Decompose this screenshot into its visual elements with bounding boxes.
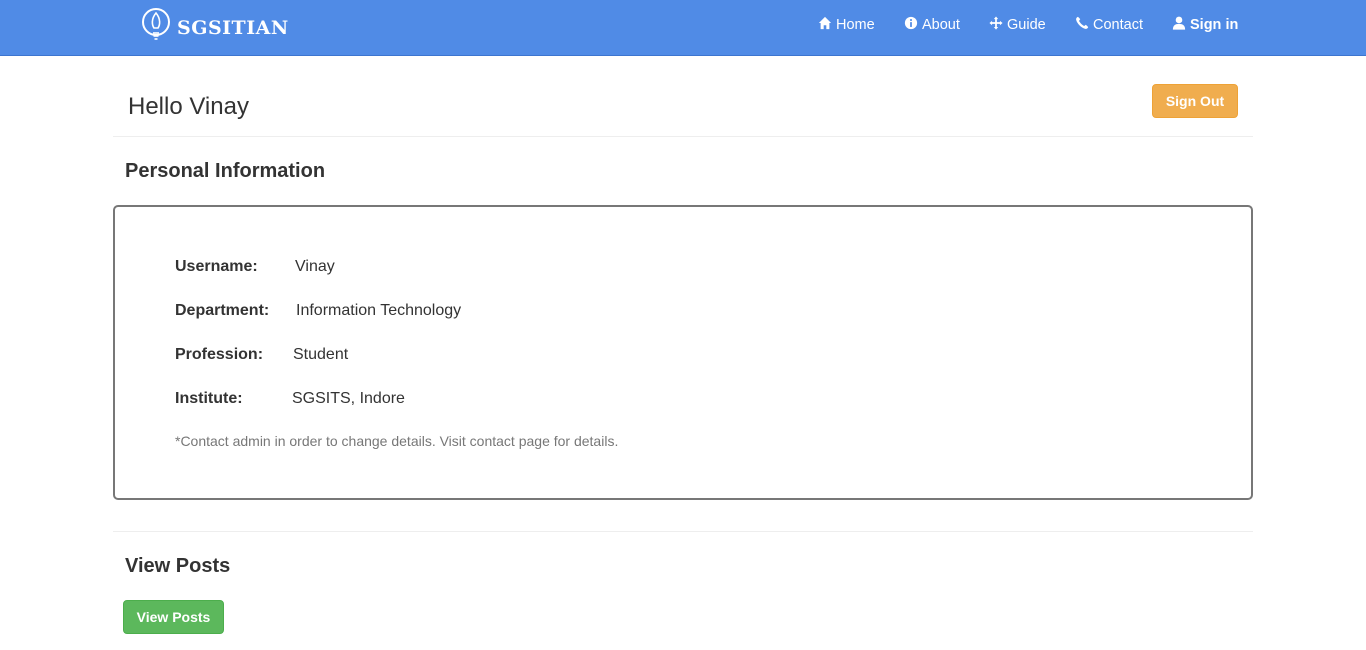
navbar: SGSITIAN Home About Guide Contact Sign i… <box>0 0 1366 56</box>
home-icon <box>818 16 836 34</box>
divider <box>113 136 1253 137</box>
phone-icon <box>1075 16 1093 34</box>
nav-guide-label: Guide <box>1007 17 1046 33</box>
institute-label: Institute: <box>175 390 243 407</box>
view-posts-button[interactable]: View Posts <box>123 600 224 634</box>
nav-about[interactable]: About <box>904 16 960 34</box>
nav-home-label: Home <box>836 17 875 33</box>
info-icon <box>904 16 922 34</box>
brand-name: SGSITIAN <box>177 17 289 39</box>
contact-admin-note: *Contact admin in order to change detail… <box>175 433 619 449</box>
department-label: Department: <box>175 302 270 319</box>
department-value: Information Technology <box>296 302 462 319</box>
brand-link[interactable]: SGSITIAN <box>141 7 289 50</box>
nav-contact-label: Contact <box>1093 17 1143 33</box>
institute-value: SGSITS, Indore <box>292 390 405 407</box>
profession-label: Profession: <box>175 346 264 363</box>
personal-info-panel: Username: Vinay Department: Information … <box>113 205 1253 500</box>
personal-info-title: Personal Information <box>125 160 326 182</box>
nav-home[interactable]: Home <box>818 16 875 34</box>
nav-guide[interactable]: Guide <box>989 16 1046 34</box>
nav-about-label: About <box>922 17 960 33</box>
page-title: Hello Vinay <box>128 93 249 120</box>
view-posts-title: View Posts <box>125 555 231 577</box>
username-label: Username: <box>175 258 258 275</box>
nav-sign-in-label: Sign in <box>1190 17 1239 33</box>
divider <box>113 531 1253 532</box>
profession-value: Student <box>293 346 349 363</box>
user-icon <box>1172 16 1190 34</box>
username-value: Vinay <box>295 258 335 275</box>
nav-sign-in[interactable]: Sign in <box>1172 16 1238 34</box>
sign-out-button[interactable]: Sign Out <box>1152 84 1238 118</box>
nav-contact[interactable]: Contact <box>1075 16 1143 34</box>
lightbulb-logo-icon <box>141 7 171 50</box>
move-icon <box>989 16 1007 34</box>
